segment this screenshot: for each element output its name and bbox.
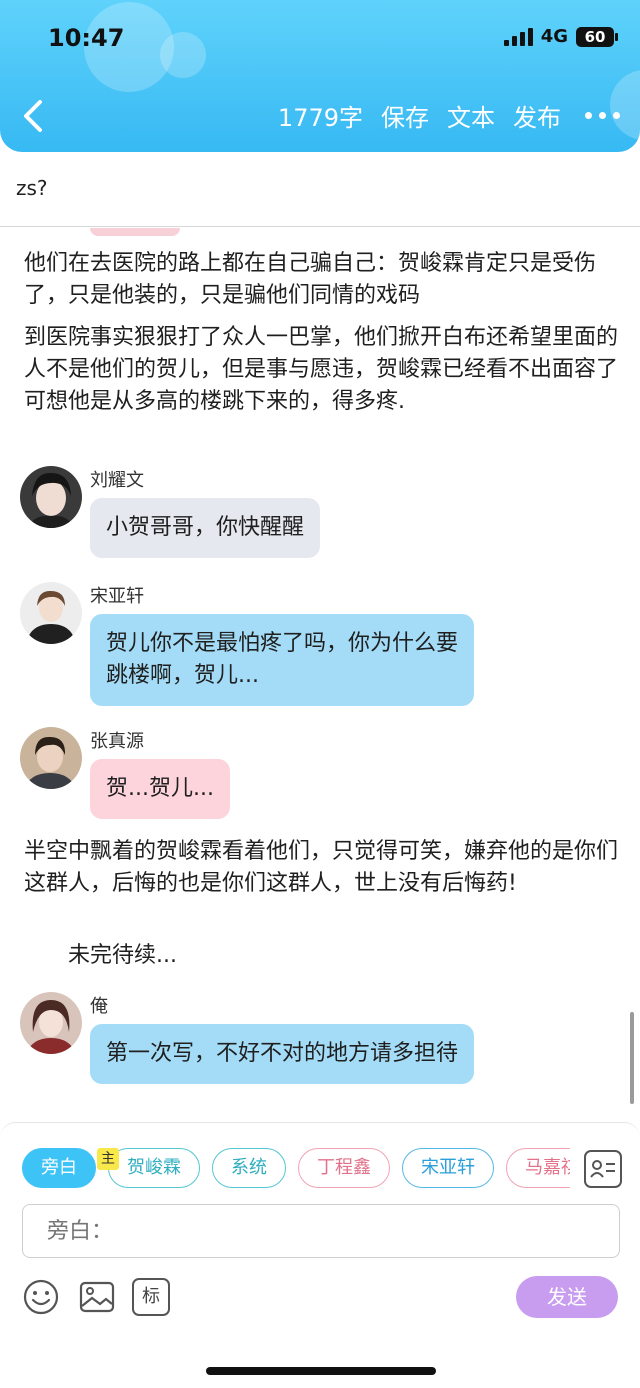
partial-bubble [90, 228, 180, 236]
emoji-icon [23, 1279, 59, 1315]
avatar[interactable] [20, 727, 82, 789]
tag-button[interactable]: 标 [132, 1278, 170, 1316]
main-character-badge: 主 [97, 1148, 119, 1170]
decor-bubble [160, 32, 206, 78]
story-title[interactable]: zs? [16, 176, 48, 200]
home-indicator [206, 1367, 436, 1375]
avatar[interactable] [20, 582, 82, 644]
status-time: 10:47 [48, 24, 125, 52]
chip-character[interactable]: 丁程鑫 [298, 1148, 390, 1188]
network-type: 4G [540, 26, 568, 47]
text-button[interactable]: 文本 [447, 98, 495, 133]
character-name: 俺 [90, 996, 108, 1017]
chip-character[interactable]: 宋亚轩 [402, 1148, 494, 1188]
narration-paragraph[interactable]: 未完待续... [68, 940, 608, 972]
emoji-button[interactable] [22, 1278, 60, 1316]
character-name: 刘耀文 [90, 470, 144, 491]
signal-icon [503, 27, 533, 46]
chip-character[interactable]: 贺峻霖 [108, 1148, 200, 1188]
avatar[interactable] [20, 992, 82, 1054]
message-input[interactable] [22, 1204, 620, 1258]
more-icon[interactable] [585, 112, 620, 119]
character-name: 张真源 [90, 731, 144, 752]
status-icons: 4G 60 [503, 26, 618, 47]
chip-character[interactable]: 马嘉祺 [506, 1148, 570, 1188]
contact-card-icon [590, 1160, 615, 1178]
app-header: 10:47 4G 60 1779字 保存 文本 发布 [0, 0, 640, 152]
chip-system[interactable]: 系统 [212, 1148, 286, 1188]
scrollbar[interactable] [630, 1012, 634, 1104]
divider [0, 226, 640, 227]
narration-paragraph[interactable]: 到医院事实狠狠打了众人一巴掌，他们掀开白布还希望里面的人不是他们的贺儿，但是事与… [24, 322, 620, 418]
image-icon [79, 1281, 115, 1313]
send-button[interactable]: 发送 [516, 1276, 618, 1318]
message-bubble[interactable]: 贺...贺儿... [90, 759, 230, 819]
image-button[interactable] [78, 1278, 116, 1316]
word-count: 1779字 [277, 104, 363, 132]
save-button[interactable]: 保存 [381, 98, 429, 133]
message-bubble[interactable]: 第一次写，不好不对的地方请多担待 [90, 1024, 474, 1084]
character-name: 宋亚轩 [90, 586, 144, 607]
chip-narration[interactable]: 旁白 [22, 1148, 96, 1188]
narration-paragraph[interactable]: 他们在去医院的路上都在自己骗自己：贺峻霖肯定只是受伤了，只是他装的，只是骗他们同… [24, 248, 620, 312]
narration-paragraph[interactable]: 半空中飘着的贺峻霖看着他们，只觉得可笑，嫌弃他的是你们这群人，后悔的也是你们这群… [24, 836, 620, 900]
header-toolbar: 1779字 保存 文本 发布 [278, 98, 620, 133]
battery-icon: 60 [576, 26, 618, 47]
character-card-button[interactable] [584, 1150, 622, 1188]
chevron-left-icon [24, 100, 42, 132]
message-bubble[interactable]: 小贺哥哥，你快醒醒 [90, 498, 321, 558]
back-button[interactable] [18, 96, 54, 136]
publish-button[interactable]: 发布 [513, 98, 561, 133]
avatar[interactable] [20, 466, 82, 528]
message-bubble[interactable]: 贺儿你不是最怕疼了吗，你为什么要跳楼啊，贺儿... [90, 614, 474, 706]
